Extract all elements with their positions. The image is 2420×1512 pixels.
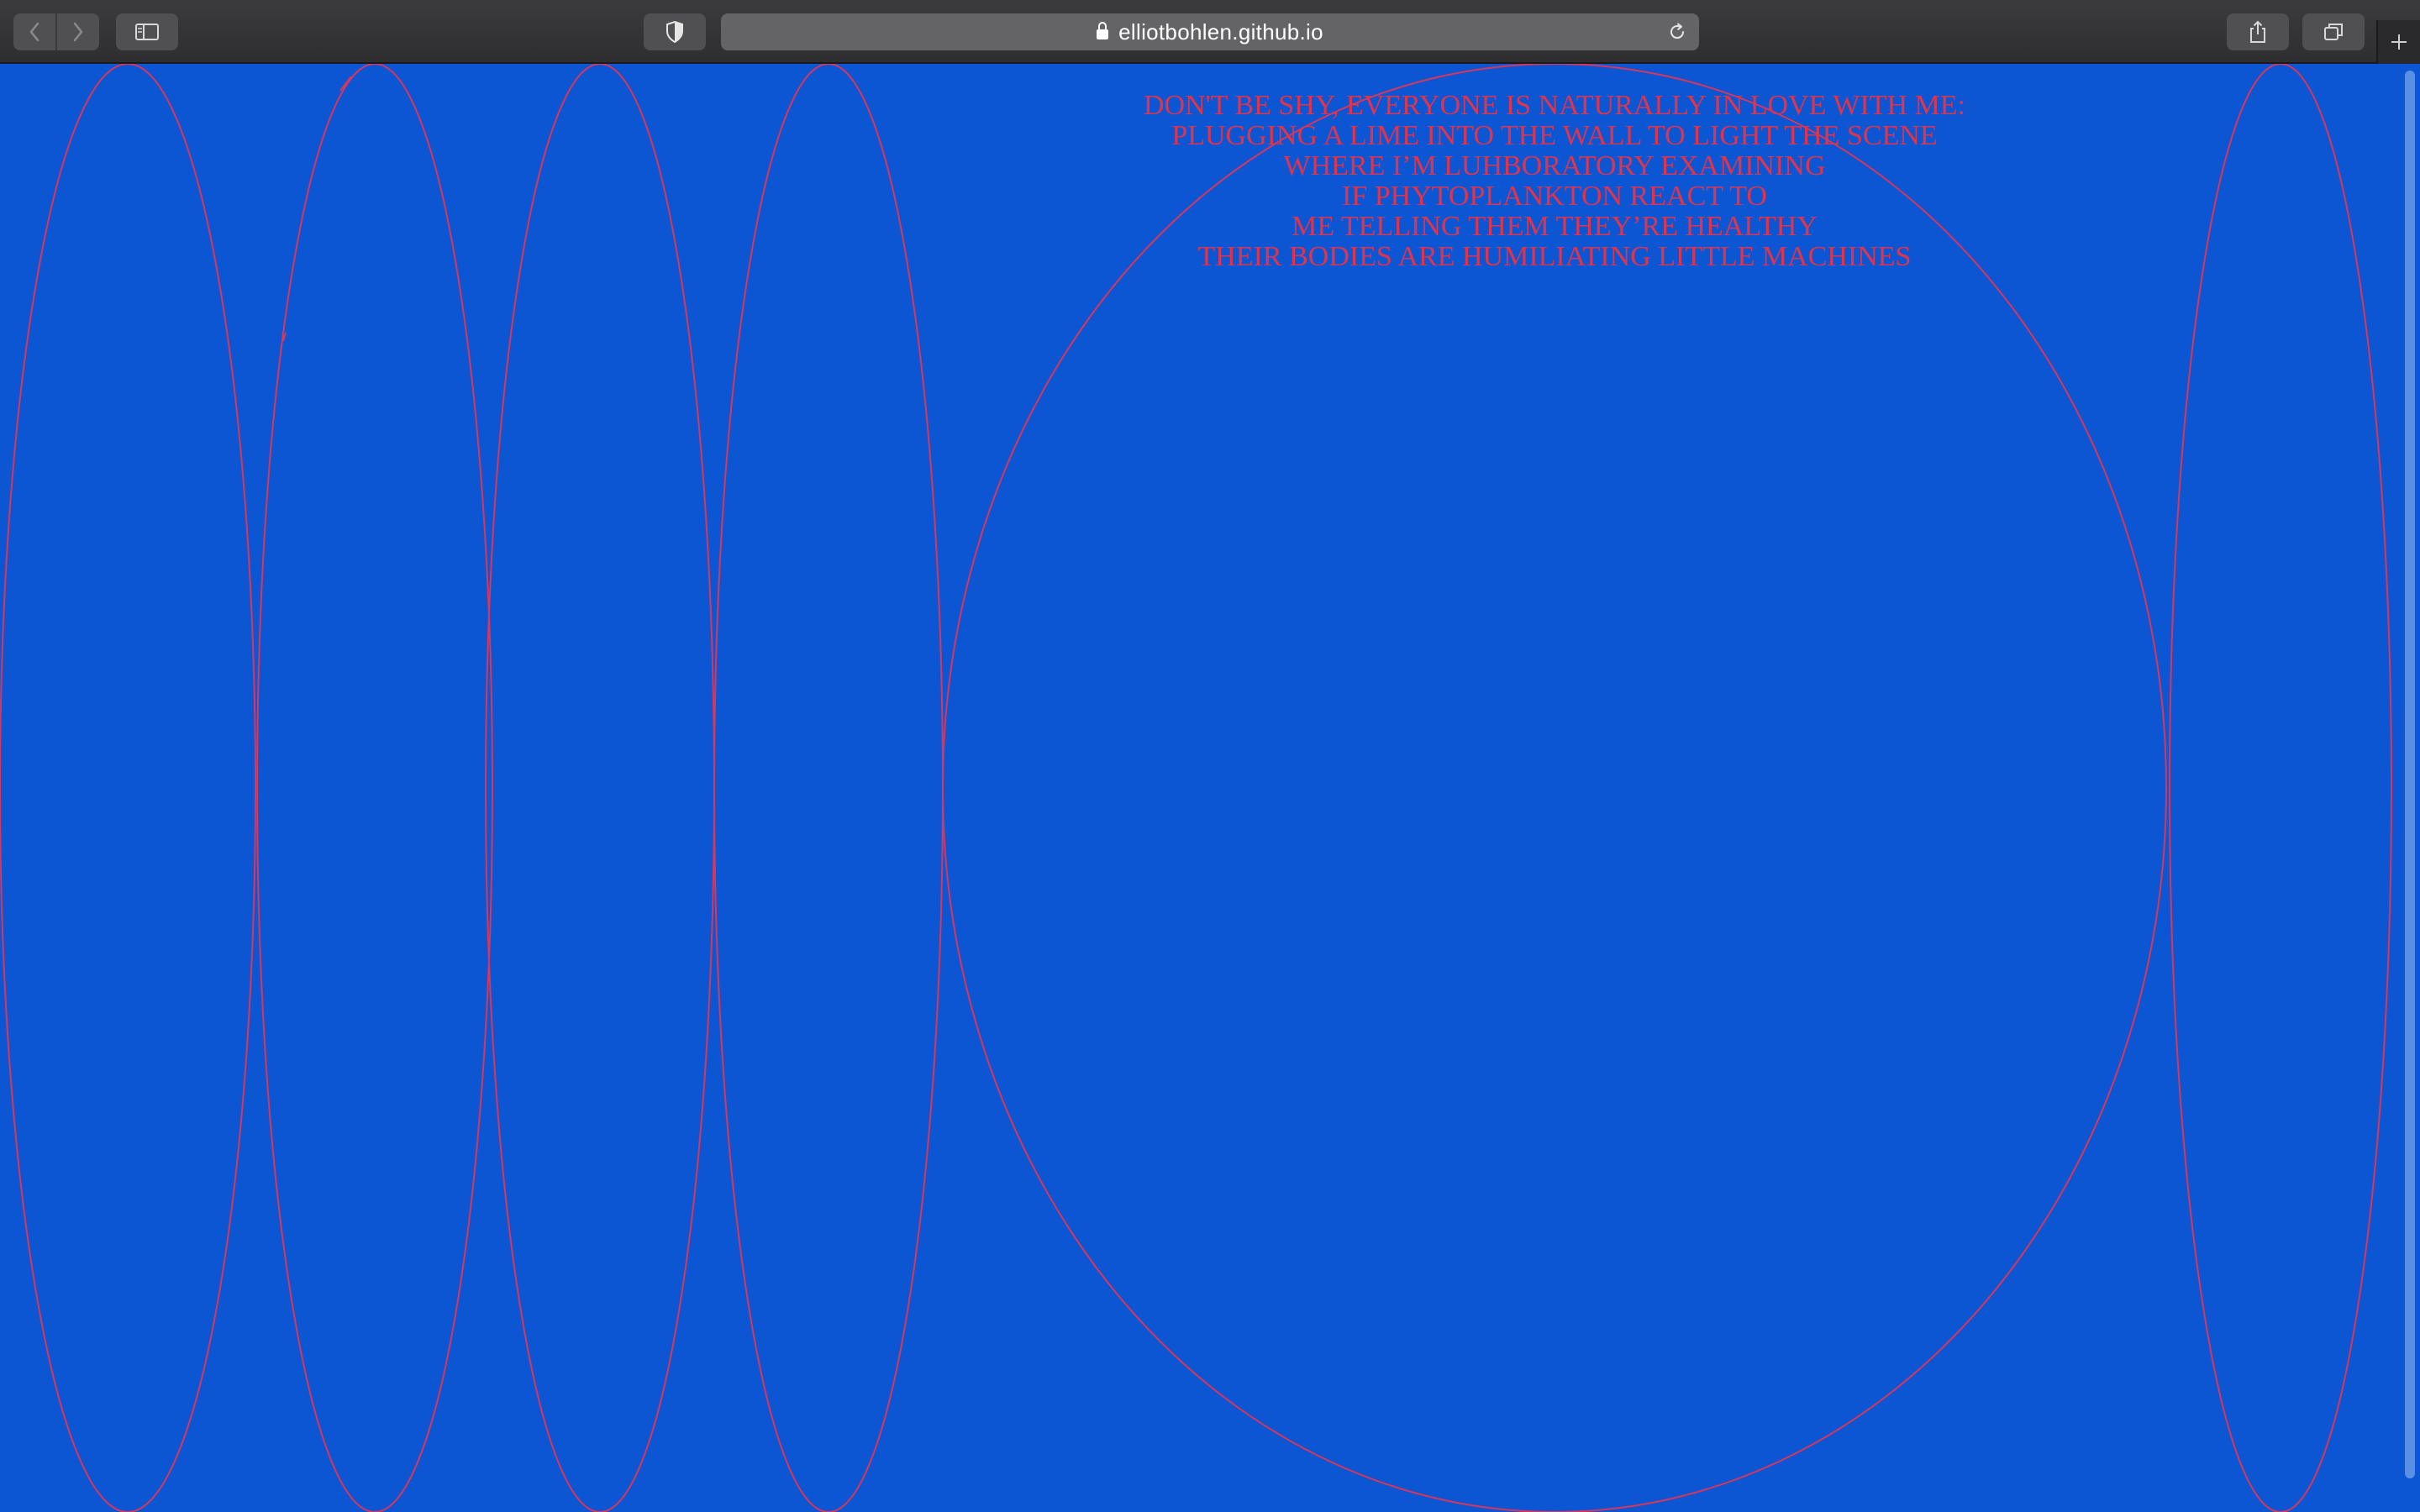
shield-icon	[666, 20, 683, 44]
ellipse-3	[485, 64, 715, 1512]
poem-line: ME TELLING THEM THEY’RE HEALTHY	[1292, 211, 1818, 242]
poem-line: IF PHYTOPLANKTON REACT TO	[1342, 181, 1767, 212]
tab-overview-button[interactable]	[2302, 13, 2365, 50]
ellipse-artwork	[0, 64, 2392, 1512]
ellipse-6	[2169, 64, 2392, 1512]
plus-icon	[2391, 34, 2407, 50]
reload-icon[interactable]	[1667, 22, 1687, 42]
stray-stroke	[339, 76, 352, 92]
lock-icon	[1097, 22, 1109, 39]
poem-line: THEIR BODIES ARE HUMILIATING LITTLE MACH…	[1197, 241, 1912, 272]
poem-line: DON'T BE SHY, EVERYONE IS NATURALLY IN L…	[1144, 90, 1965, 121]
scrollbar-thumb[interactable]	[2405, 71, 2415, 1478]
large-ellipse	[942, 64, 2167, 1512]
navigation-buttons	[13, 13, 99, 50]
chevron-right-icon	[73, 22, 83, 42]
sidebar-icon	[135, 24, 159, 40]
ellipse-1	[0, 64, 256, 1512]
poem-text: DON'T BE SHY, EVERYONE IS NATURALLY IN L…	[966, 91, 2143, 272]
sidebar-button[interactable]	[116, 13, 178, 50]
new-tab-button[interactable]	[2376, 20, 2420, 64]
tabs-overview-icon	[2324, 24, 2343, 40]
share-icon	[2250, 20, 2265, 43]
poem-line: PLUGGING A LIME INTO THE WALL TO LIGHT T…	[1171, 120, 1938, 151]
share-button[interactable]	[2227, 13, 2289, 50]
privacy-report-button[interactable]	[644, 13, 706, 50]
url-text: elliotbohlen.github.io	[1118, 18, 1323, 45]
browser-toolbar: elliotbohlen.github.io	[0, 0, 2420, 64]
back-button[interactable]	[13, 13, 55, 50]
ellipse-2	[256, 64, 493, 1512]
ellipse-4	[713, 64, 944, 1512]
address-bar[interactable]: elliotbohlen.github.io	[721, 13, 1699, 50]
forward-button[interactable]	[55, 13, 99, 50]
web-page: DON'T BE SHY, EVERYONE IS NATURALLY IN L…	[0, 64, 2420, 1512]
poem-line: WHERE I’M LUHBORATORY EXAMINING	[1283, 150, 1826, 181]
chevron-left-icon	[29, 22, 39, 42]
